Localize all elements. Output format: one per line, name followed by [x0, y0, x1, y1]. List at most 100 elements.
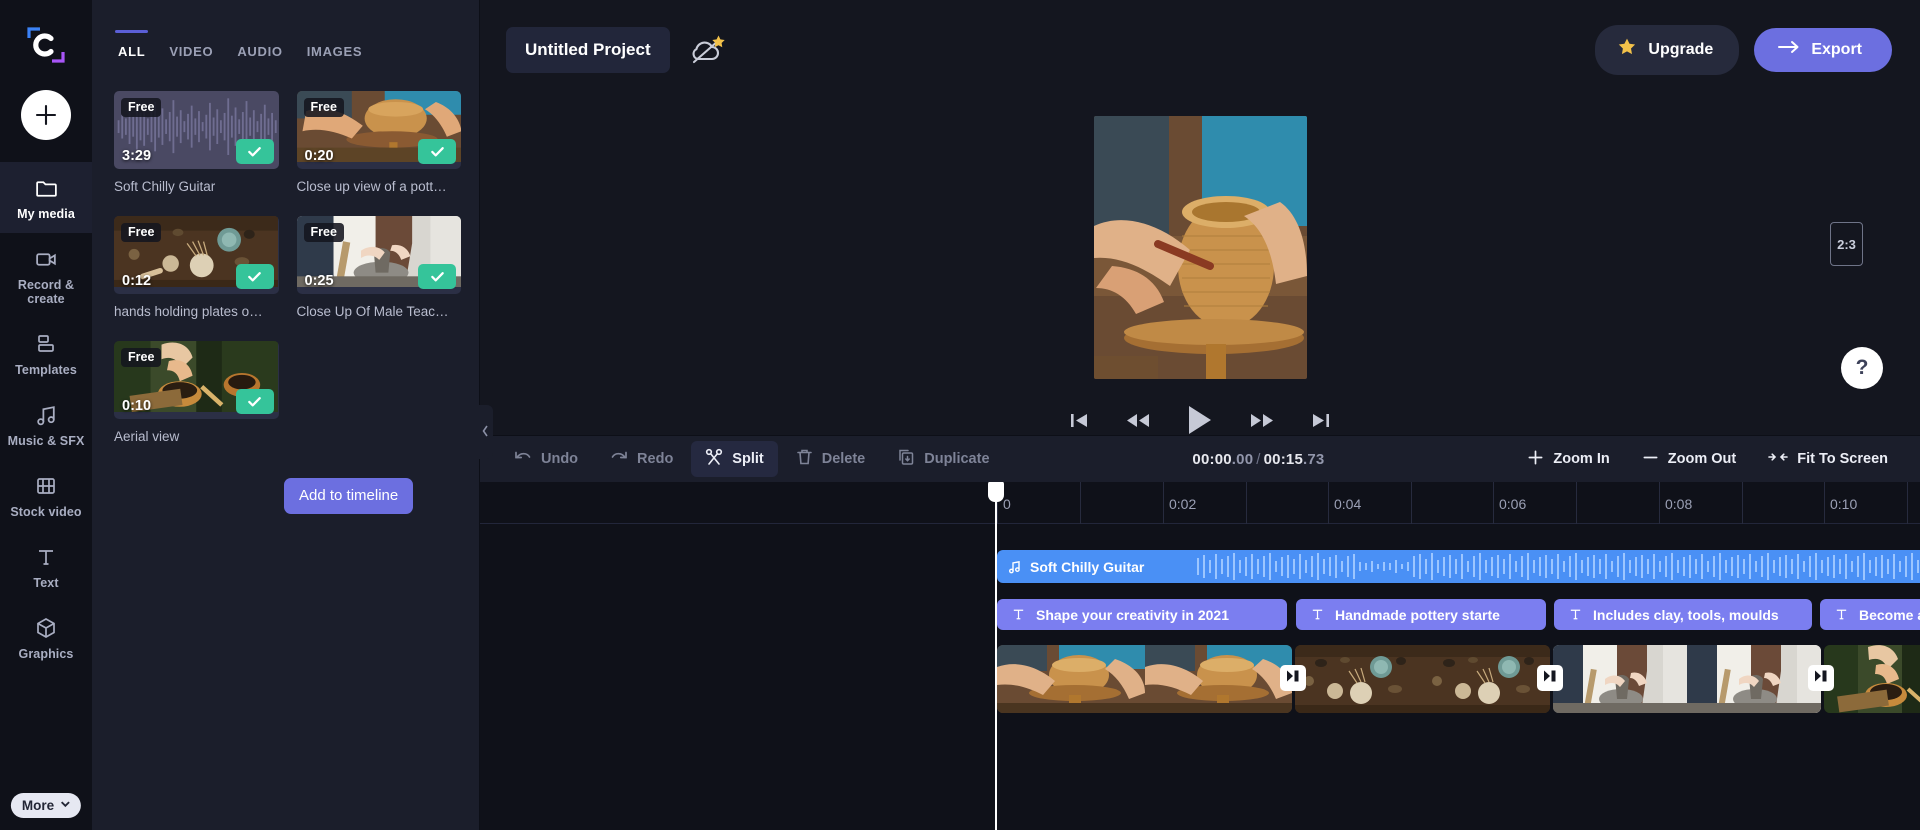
- sidebar-item-graphics[interactable]: Graphics: [0, 602, 92, 673]
- video-clip-thumbnails: [1553, 645, 1821, 713]
- timeline-text-clip[interactable]: Handmade pottery starte: [1296, 599, 1546, 630]
- media-grid: Free 3:29 Soft Chilly Guitar Free 0:20 C…: [92, 69, 479, 444]
- zoom-tools: Zoom In Zoom Out Fit To Screen: [1513, 442, 1902, 477]
- film-strip-icon: [33, 473, 59, 499]
- timeline-text-clip[interactable]: Become an expert at ho: [1820, 599, 1920, 630]
- added-check-icon[interactable]: [418, 264, 456, 289]
- timeline-playhead[interactable]: [988, 482, 1004, 830]
- sidebar-item-music-sfx[interactable]: Music & SFX: [0, 389, 92, 460]
- media-duration: 0:12: [122, 273, 152, 289]
- transition-icon: [1813, 668, 1829, 689]
- cube-icon: [33, 615, 59, 641]
- timeline-audio-clip[interactable]: Soft Chilly Guitar: [997, 550, 1920, 583]
- sidebar-item-label: My media: [17, 207, 75, 221]
- left-rail: My media Record & create Templates Music…: [0, 0, 92, 830]
- tab-all[interactable]: ALL: [114, 30, 149, 69]
- rail-nav: My media Record & create Templates Music…: [0, 162, 92, 673]
- upgrade-button[interactable]: Upgrade: [1595, 25, 1740, 75]
- fit-to-screen-button[interactable]: Fit To Screen: [1754, 443, 1902, 475]
- project-name-field[interactable]: Untitled Project: [506, 27, 670, 73]
- delete-button[interactable]: Delete: [782, 441, 880, 477]
- zoom-out-button[interactable]: Zoom Out: [1628, 442, 1750, 477]
- tab-images[interactable]: IMAGES: [307, 44, 362, 69]
- timeline-video-clip[interactable]: [1824, 645, 1920, 713]
- undo-arrow-icon: [514, 449, 532, 469]
- panel-collapse-button[interactable]: [478, 405, 493, 459]
- add-media-button[interactable]: [21, 90, 71, 140]
- star-icon: [1617, 37, 1637, 62]
- undo-label: Undo: [541, 451, 579, 467]
- export-button[interactable]: Export: [1754, 28, 1892, 72]
- media-item[interactable]: Free 0:25 Close Up Of Male Teac…: [296, 216, 461, 319]
- skip-to-end-button[interactable]: [1311, 412, 1331, 429]
- text-t-icon: [1834, 607, 1849, 622]
- added-check-icon[interactable]: [235, 389, 274, 414]
- tab-audio[interactable]: AUDIO: [237, 44, 282, 69]
- audio-clip-name: Soft Chilly Guitar: [1030, 558, 1145, 575]
- media-thumbnail[interactable]: Free 0:12: [114, 216, 279, 294]
- free-badge: Free: [303, 223, 344, 242]
- total-time: 00:15: [1263, 450, 1303, 468]
- added-check-icon[interactable]: [235, 139, 274, 164]
- clipchamp-logo[interactable]: [23, 22, 69, 68]
- text-clip-name: Become an expert at ho: [1859, 606, 1920, 623]
- duplicate-button[interactable]: Duplicate: [883, 441, 1003, 477]
- split-label: Split: [732, 451, 764, 467]
- undo-button[interactable]: Undo: [500, 442, 592, 476]
- video-clip-thumbnails: [997, 645, 1292, 713]
- delete-label: Delete: [821, 451, 866, 467]
- transition-button[interactable]: [1808, 665, 1834, 691]
- sidebar-item-my-media[interactable]: My media: [0, 162, 92, 233]
- sidebar-item-text[interactable]: Text: [0, 531, 92, 602]
- music-note-icon: [1008, 560, 1022, 574]
- added-check-icon[interactable]: [418, 139, 456, 164]
- rewind-button[interactable]: [1126, 413, 1150, 428]
- sidebar-item-templates[interactable]: Templates: [0, 318, 92, 389]
- zoom-in-label: Zoom In: [1553, 451, 1610, 467]
- media-item[interactable]: Free 0:12 hands holding plates o…: [114, 216, 279, 319]
- media-title: hands holding plates o…: [114, 304, 263, 319]
- timeline-video-clip[interactable]: [1295, 645, 1550, 713]
- more-button[interactable]: More: [10, 793, 82, 818]
- playhead-handle[interactable]: [988, 482, 1004, 502]
- media-item[interactable]: Free 3:29 Soft Chilly Guitar: [114, 91, 279, 194]
- transition-button[interactable]: [1280, 665, 1306, 691]
- redo-button[interactable]: Redo: [596, 442, 687, 476]
- chevron-down-icon: [59, 797, 72, 813]
- media-item[interactable]: Free 0:20 Close up view of a pott…: [296, 91, 461, 194]
- sidebar-item-record-create[interactable]: Record & create: [0, 233, 92, 318]
- help-button[interactable]: ?: [1841, 347, 1883, 389]
- transition-icon: [1542, 668, 1558, 689]
- preview-frame: [1093, 116, 1307, 379]
- play-button[interactable]: [1187, 405, 1213, 435]
- fast-forward-button[interactable]: [1250, 413, 1274, 428]
- media-thumbnail[interactable]: Free 3:29: [114, 91, 279, 169]
- plus-icon: [1527, 449, 1544, 470]
- timeline[interactable]: 0 0:02 0:04 0:06 0:08 0:10 0:12 0:14 0:1…: [480, 482, 1920, 830]
- export-label: Export: [1811, 40, 1862, 58]
- timeline-video-clip[interactable]: [997, 645, 1292, 713]
- transport-controls: [1069, 405, 1331, 435]
- skip-to-start-button[interactable]: [1069, 412, 1089, 429]
- media-thumbnail[interactable]: Free 0:20: [296, 91, 461, 169]
- zoom-in-button[interactable]: Zoom In: [1513, 442, 1623, 477]
- tab-video[interactable]: VIDEO: [169, 44, 213, 69]
- timeline-video-clip[interactable]: [1553, 645, 1821, 713]
- current-time: 00:00: [1192, 450, 1232, 468]
- media-thumbnail[interactable]: Free 0:25: [296, 216, 461, 294]
- media-item[interactable]: Free 0:10 Aerial view: [114, 341, 279, 444]
- cloud-offline-star-icon[interactable]: [688, 33, 726, 67]
- sidebar-item-stock-video[interactable]: Stock video: [0, 460, 92, 531]
- split-button[interactable]: Split: [691, 441, 778, 477]
- media-thumbnail[interactable]: Free 0:10: [114, 341, 279, 419]
- timeline-ruler[interactable]: 0 0:02 0:04 0:06 0:08 0:10 0:12 0:14 0:1…: [480, 482, 1920, 524]
- timeline-text-clip[interactable]: Includes clay, tools, moulds: [1554, 599, 1812, 630]
- video-preview[interactable]: [1093, 116, 1307, 379]
- timecode-separator: /: [1256, 450, 1261, 468]
- added-check-icon[interactable]: [235, 264, 274, 289]
- text-t-icon: [1011, 607, 1026, 622]
- zoom-out-label: Zoom Out: [1667, 451, 1737, 467]
- aspect-ratio-button[interactable]: 2:3: [1830, 222, 1863, 266]
- transition-button[interactable]: [1537, 665, 1563, 691]
- timeline-text-clip[interactable]: Shape your creativity in 2021: [997, 599, 1287, 630]
